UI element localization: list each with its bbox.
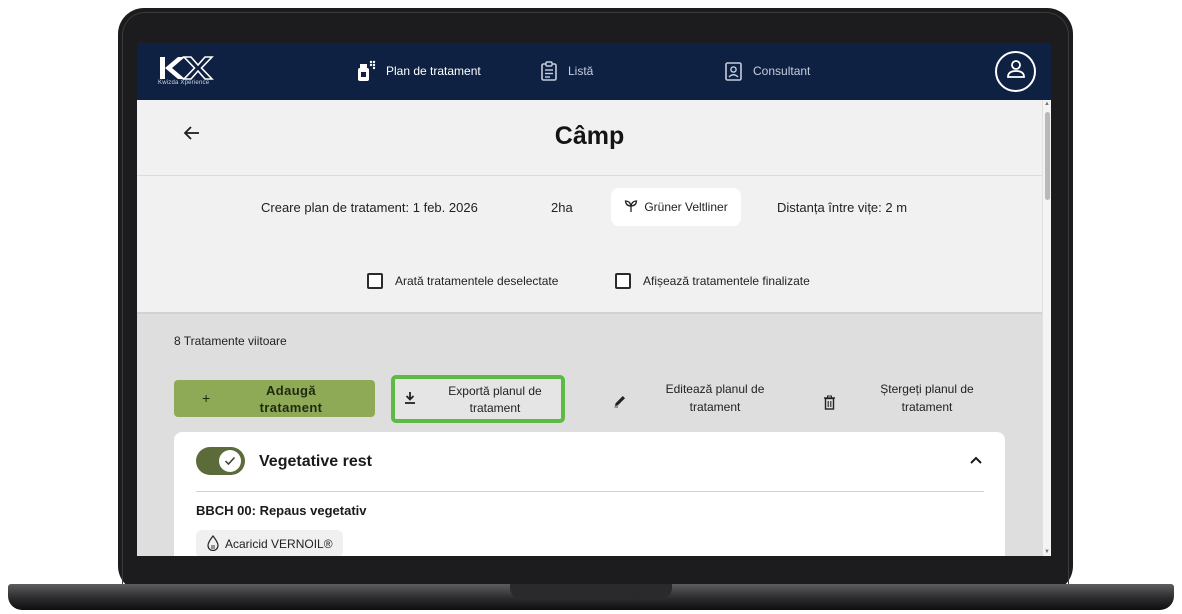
scroll-up-icon[interactable]: ▲ (1044, 101, 1050, 107)
page-header: Câmp (137, 100, 1042, 176)
toggle-knob (219, 450, 241, 472)
clipboard-icon (540, 61, 558, 81)
delete-plan-button[interactable]: Ștergeți planul de tratament (817, 380, 1007, 420)
nav-item-consultant[interactable]: Consultant (724, 61, 810, 81)
card-divider (196, 491, 984, 492)
checkbox[interactable] (367, 273, 383, 289)
treatment-toggle[interactable] (196, 447, 245, 475)
checkbox[interactable] (615, 273, 631, 289)
trash-icon (823, 395, 836, 415)
treatments-count: 8 Tratamente viitoare (174, 334, 287, 348)
export-plan-button[interactable]: Exportă planul de tratament (391, 375, 565, 423)
filter-show-finished[interactable]: Afișează tratamentele finalizate (615, 273, 810, 289)
nav-item-label: Consultant (753, 64, 811, 78)
droplet-icon (206, 534, 220, 554)
check-icon (224, 456, 236, 466)
scrollbar-thumb[interactable] (1045, 112, 1050, 200)
variety-label: Grüner Veltliner (644, 200, 728, 214)
user-icon (1005, 58, 1027, 85)
button-label: Exportă planul de tratament (448, 384, 542, 415)
product-chip[interactable]: Acaricid VERNOIL® (196, 530, 343, 556)
page-title: Câmp (554, 122, 625, 150)
plan-info-section: Creare plan de tratament: 1 feb. 2026 2h… (137, 176, 1042, 314)
nav-item-label: Plan de tratament (386, 64, 481, 78)
variety-chip: Grüner Veltliner (611, 188, 741, 226)
button-label: Editează planul de tratament (665, 382, 765, 414)
add-treatment-button[interactable]: + Adaugă tratament (174, 380, 375, 417)
button-label: Adaugă tratament (259, 383, 323, 415)
bbch-stage: BBCH 00: Repaus vegetativ (196, 503, 367, 518)
vertical-scrollbar[interactable]: ▲ ▼ (1042, 100, 1051, 556)
download-icon (404, 391, 416, 410)
checkbox-label: Afișează tratamentele finalizate (643, 274, 810, 288)
profile-button[interactable] (995, 51, 1036, 92)
collapse-button[interactable] (969, 452, 983, 470)
chevron-up-icon (970, 456, 982, 464)
treatment-card-title: Vegetative rest (259, 453, 372, 470)
nav-item-list[interactable]: Listă (540, 61, 593, 81)
scroll-down-icon[interactable]: ▼ (1044, 549, 1050, 555)
logo-subtitle: Kwizda Xperience (158, 80, 210, 86)
creation-date: Creare plan de tratament: 1 feb. 2026 (261, 200, 478, 215)
nav-item-treatment-plan[interactable]: Plan de tratament (354, 60, 481, 82)
pencil-icon (613, 394, 627, 413)
top-navbar: Kwizda Xperience Plan de tratament Listă… (137, 43, 1051, 100)
sprayer-icon (354, 60, 376, 82)
plus-icon: + (202, 390, 211, 406)
nav-item-label: Listă (568, 64, 594, 78)
contact-card-icon (724, 61, 743, 81)
sprout-icon (624, 199, 638, 216)
checkbox-label: Arată tratamentele deselectate (395, 274, 559, 288)
laptop-notch (510, 584, 672, 598)
vine-spacing: Distanța între vițe: 2 m (777, 200, 908, 215)
edit-plan-button[interactable]: Editează planul de tratament (605, 380, 795, 420)
app-screen: Kwizda Xperience Plan de tratament Listă… (137, 43, 1051, 556)
treatment-card: Vegetative rest BBCH 00: Repaus vegetati… (174, 432, 1005, 556)
treatments-section: 8 Tratamente viitoare + Adaugă tratament… (137, 314, 1042, 556)
product-label: Acaricid VERNOIL® (225, 537, 333, 551)
filter-show-deselected[interactable]: Arată tratamentele deselectate (367, 273, 558, 289)
button-label: Ștergeți planul de tratament (880, 382, 974, 414)
area-value: 2ha (551, 200, 573, 215)
